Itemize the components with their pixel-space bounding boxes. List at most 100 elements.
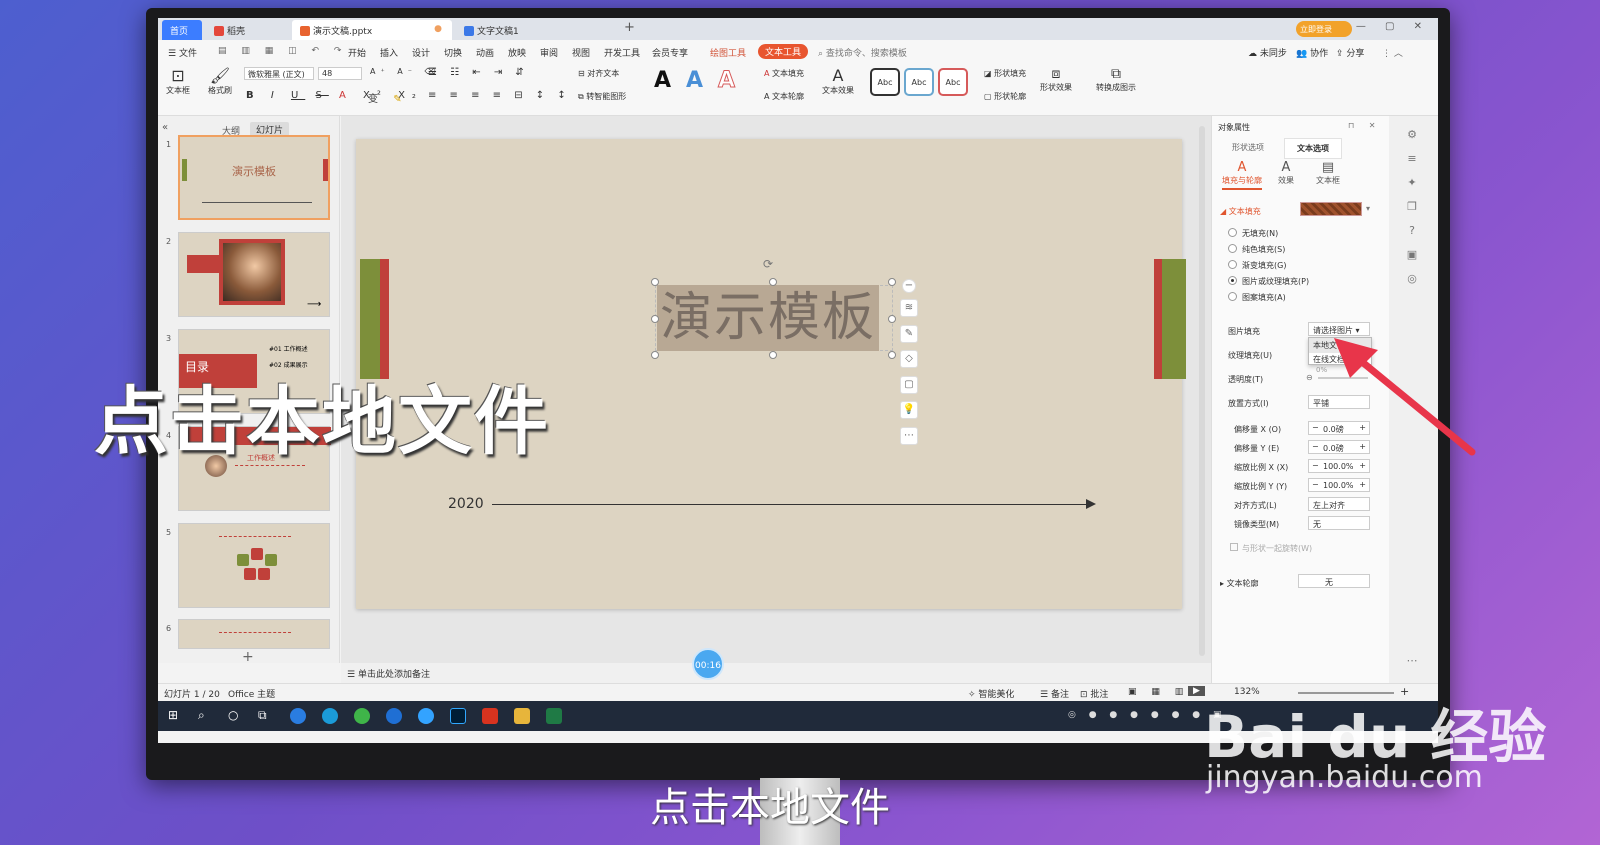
settings-icon[interactable]: ≡ — [1405, 152, 1419, 166]
quick-access-toolbar[interactable]: ▤ ▥ ▦ ◫ ↶ ↷ — [218, 46, 347, 56]
menu-developer[interactable]: 开发工具 — [604, 46, 640, 59]
textbox-button[interactable]: ⊡ 文本框 — [166, 66, 190, 96]
object-props-icon[interactable]: ⚙ — [1405, 128, 1419, 142]
pen-icon[interactable]: ✎ — [900, 325, 918, 343]
beautify-button[interactable]: ✧ 智能美化 — [968, 687, 1014, 700]
wps-icon[interactable] — [482, 708, 498, 724]
radio-solid-fill[interactable] — [1228, 244, 1237, 253]
shape-style-3[interactable]: Abc — [938, 68, 968, 96]
radio-pattern-fill[interactable] — [1228, 292, 1237, 301]
browser-icon[interactable] — [322, 708, 338, 724]
share-button[interactable]: ⇪ 分享 — [1336, 46, 1364, 59]
more-icon[interactable]: ⋯ — [1405, 654, 1419, 668]
globe-icon[interactable]: ◎ — [1405, 272, 1419, 286]
menu-review[interactable]: 审阅 — [540, 46, 558, 59]
help-icon[interactable]: ? — [1405, 224, 1419, 238]
wechat-icon[interactable] — [354, 708, 370, 724]
text-outline-button[interactable]: A 文本轮廓 — [764, 91, 804, 102]
align-text-button[interactable]: ⊟ 对齐文本 — [578, 68, 619, 79]
radio-gradient-fill[interactable] — [1228, 260, 1237, 269]
shape-fill-button[interactable]: ◪ 形状填充 — [984, 68, 1026, 79]
mirror-select[interactable]: 无 — [1308, 516, 1370, 530]
notes-bar[interactable]: ☰ 单击此处添加备注 — [341, 663, 1211, 683]
tab-text-options[interactable]: 文本选项 — [1284, 138, 1342, 159]
add-slide-button[interactable]: + — [242, 649, 254, 665]
sub-fill-outline[interactable]: A 填充与轮廓 — [1222, 160, 1262, 190]
chevron-down-icon[interactable]: ▾ — [1366, 204, 1370, 213]
radio-picture-fill[interactable] — [1228, 276, 1237, 285]
font-size-select[interactable]: 48 — [318, 67, 362, 80]
fill-icon[interactable]: ◇ — [900, 350, 918, 368]
play-icon[interactable]: ▶ — [1188, 686, 1205, 696]
menu-view[interactable]: 视图 — [572, 46, 590, 59]
text-effect-button[interactable]: A 文本效果 — [822, 66, 854, 96]
text-style-black[interactable]: A — [654, 68, 671, 93]
align-select[interactable]: 左上对齐 — [1308, 497, 1370, 511]
shape-outline-button[interactable]: ▢ 形状轮廓 — [984, 91, 1026, 102]
app-icon[interactable] — [386, 708, 402, 724]
section-text-outline[interactable]: ▸ 文本轮廓 — [1220, 578, 1259, 589]
convert-diagram-button[interactable]: ⧉ 转换成图示 — [1096, 66, 1136, 93]
resize-handle[interactable] — [888, 315, 896, 323]
resize-handle[interactable] — [651, 278, 659, 286]
tab-docer[interactable]: 稻壳 — [206, 20, 288, 40]
list-buttons[interactable]: ☰ ☷ ⇤ ⇥ ⇵ — [428, 67, 529, 78]
vertical-scrollbar[interactable] — [1199, 126, 1205, 656]
tab-shape-options[interactable]: 形状选项 — [1232, 142, 1264, 153]
task-view-icon[interactable]: ⧉ — [258, 708, 274, 724]
section-text-fill[interactable]: ◢ 文本填充 — [1220, 206, 1261, 217]
texture-swatch[interactable] — [1300, 202, 1362, 216]
view-buttons[interactable]: ▣ ▦ ▥ — [1128, 687, 1189, 697]
slide-thumbnail-5[interactable] — [178, 523, 330, 608]
slide-title[interactable]: 演示模板 — [657, 285, 879, 351]
sub-effect[interactable]: A 效果 — [1278, 160, 1294, 186]
sub-textbox[interactable]: ▤ 文本框 — [1316, 160, 1340, 186]
slide-thumbnail-1[interactable]: 演示模板 — [178, 135, 330, 220]
resize-handle[interactable] — [769, 351, 777, 359]
theme-name[interactable]: Office 主题 — [228, 687, 275, 700]
search-icon[interactable]: ⌕ — [198, 708, 214, 724]
collaborate-button[interactable]: 👥 协作 — [1296, 46, 1328, 59]
text-fill-button[interactable]: A 文本填充 — [764, 68, 804, 79]
cortana-icon[interactable]: ○ — [228, 708, 244, 724]
radio-no-fill[interactable] — [1228, 228, 1237, 237]
smartart-button[interactable]: ⧉ 转智能图形 — [578, 91, 626, 102]
excel-icon[interactable] — [546, 708, 562, 724]
resize-handle[interactable] — [769, 278, 777, 286]
login-button[interactable]: 立即登录 — [1296, 21, 1352, 37]
transparency-minus-button[interactable]: ⊖ — [1306, 373, 1313, 382]
resize-handle[interactable] — [888, 278, 896, 286]
slide-thumbnail-6[interactable] — [178, 619, 330, 649]
new-tab-button[interactable]: + — [624, 20, 635, 35]
resize-handle[interactable] — [888, 351, 896, 359]
font-name-select[interactable]: 微软雅黑 (正文) — [244, 67, 314, 80]
shape-style-1[interactable]: Abc — [870, 68, 900, 96]
slide-thumbnail-2[interactable]: ⟶ — [178, 232, 330, 317]
menu-file[interactable]: ☰ 文件 — [168, 46, 197, 59]
menu-text-tools[interactable]: 文本工具 — [758, 44, 809, 59]
text-style-blue[interactable]: A — [686, 68, 703, 93]
slide-year[interactable]: 2020 — [448, 496, 484, 512]
comment-button[interactable]: ⊡ 批注 — [1080, 687, 1108, 700]
minus-icon[interactable]: − — [902, 279, 916, 293]
tab-presentation[interactable]: 演示文稿.pptx ● — [292, 20, 452, 40]
resize-handle[interactable] — [651, 351, 659, 359]
collapse-icon[interactable]: « — [162, 122, 168, 133]
resize-handle[interactable] — [651, 315, 659, 323]
highlight-buttons[interactable]: 变 ✎ — [368, 90, 408, 105]
menu-member[interactable]: 会员专享 — [652, 46, 688, 59]
menu-transition[interactable]: 切换 — [444, 46, 462, 59]
outline-select[interactable]: 无 — [1298, 574, 1370, 588]
system-tray[interactable]: ◎ ● ● ● ● ● ● ▣ — [1068, 710, 1227, 720]
more-tools-icon[interactable]: ⋯ — [900, 427, 918, 445]
command-search[interactable]: ⌕ 查找命令、搜索模板 — [818, 46, 907, 59]
crop-icon[interactable]: ▢ — [900, 376, 918, 394]
layers-icon[interactable]: ≋ — [900, 299, 918, 317]
format-painter-button[interactable]: 🖌 格式刷 — [208, 66, 232, 96]
scale-y-stepper[interactable]: −100.0% + — [1308, 478, 1370, 492]
pin-icon[interactable]: ✦ — [1405, 176, 1419, 190]
shape-effect-button[interactable]: ⧈ 形状效果 — [1040, 66, 1072, 93]
tab-home[interactable]: 首页 — [162, 20, 202, 40]
rotate-handle-icon[interactable]: ⟳ — [763, 257, 773, 271]
folder-icon[interactable] — [514, 708, 530, 724]
